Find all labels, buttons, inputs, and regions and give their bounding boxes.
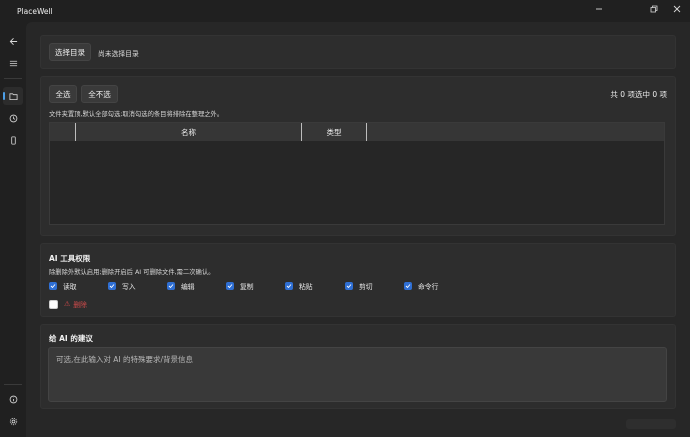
- phone-icon: [10, 135, 16, 145]
- nav-divider-bottom: [4, 384, 22, 385]
- folder-icon: [8, 92, 18, 100]
- selection-summary: 共 0 项选中 0 项: [610, 90, 667, 99]
- permission-label: 剪切: [359, 283, 373, 291]
- app-title: PlaceWell: [17, 7, 53, 16]
- permission-label-delete: 删除: [73, 301, 87, 309]
- permission-label: 命令行: [418, 283, 439, 291]
- file-table[interactable]: 名称 类型: [49, 122, 665, 225]
- checkbox-checked-icon: [285, 282, 293, 290]
- select-all-button[interactable]: 全选: [49, 85, 77, 103]
- permission-label: 粘贴: [299, 283, 313, 291]
- history-icon: [9, 114, 17, 122]
- directory-card: 选择目录 尚未选择目录: [40, 35, 676, 69]
- select-none-button[interactable]: 全不选: [81, 85, 118, 103]
- checkbox-checked-icon: [404, 282, 412, 290]
- settings-icon: [9, 417, 17, 425]
- permission-label: 编辑: [181, 283, 195, 291]
- checkbox-checked-icon: [49, 282, 57, 290]
- directory-status: 尚未选择目录: [98, 50, 139, 58]
- footer-action-button[interactable]: [626, 419, 676, 429]
- minimize-icon: [596, 8, 602, 10]
- ai-permissions-card: AI 工具权限 除删除外默认启用;删除开启后 AI 可删除文件,需二次确认。 读…: [40, 243, 676, 317]
- nav-item-organize[interactable]: [3, 87, 23, 105]
- title-bar: PlaceWell: [0, 0, 690, 22]
- permission-edit[interactable]: 编辑: [167, 281, 195, 291]
- checkbox-checked-icon: [167, 282, 175, 290]
- nav-rail: [0, 22, 26, 437]
- info-icon: [9, 395, 17, 403]
- nav-item-settings[interactable]: [3, 412, 23, 430]
- permission-copy[interactable]: 复制: [226, 281, 254, 291]
- column-header-name[interactable]: 名称: [76, 123, 301, 141]
- permission-cut[interactable]: 剪切: [345, 281, 373, 291]
- permissions-title: AI 工具权限: [49, 254, 91, 263]
- permission-read[interactable]: 读取: [49, 281, 77, 291]
- permission-label: 读取: [63, 283, 77, 291]
- permissions-note: 除删除外默认启用;删除开启后 AI 可删除文件,需二次确认。: [49, 269, 215, 276]
- back-arrow-icon: [9, 37, 17, 45]
- permission-label: 写入: [122, 283, 136, 291]
- selection-hint: 文件夹置顶,默认全部勾选;取消勾选的条目将排除在整理之外。: [49, 111, 224, 118]
- minimize-button[interactable]: [586, 0, 612, 18]
- suggestion-placeholder: 可选,在此输入对 AI 的特殊要求/背景信息: [56, 355, 194, 364]
- nav-divider: [4, 78, 22, 79]
- menu-icon: [9, 60, 17, 66]
- close-icon: [673, 5, 681, 13]
- nav-item-about[interactable]: [3, 390, 23, 408]
- suggestion-input[interactable]: 可选,在此输入对 AI 的特殊要求/背景信息: [48, 347, 667, 402]
- permission-command-line[interactable]: 命令行: [404, 281, 438, 291]
- menu-button[interactable]: [3, 54, 23, 72]
- warning-icon: ⚠: [64, 300, 71, 308]
- close-button[interactable]: [664, 0, 690, 18]
- suggestion-title: 给 AI 的建议: [49, 334, 93, 343]
- permission-delete[interactable]: ⚠ 删除: [49, 299, 87, 309]
- permission-label: 复制: [240, 283, 254, 291]
- permission-paste[interactable]: 粘贴: [285, 281, 313, 291]
- permission-write[interactable]: 写入: [108, 281, 136, 291]
- restore-icon: [650, 5, 658, 13]
- checkbox-checked-icon: [226, 282, 234, 290]
- nav-item-device[interactable]: [3, 131, 23, 149]
- checkbox-unchecked-icon: [49, 299, 58, 309]
- back-button[interactable]: [3, 32, 23, 50]
- column-separator[interactable]: [366, 123, 367, 141]
- column-header-type[interactable]: 类型: [302, 123, 366, 141]
- nav-item-history[interactable]: [3, 109, 23, 127]
- checkbox-checked-icon: [108, 282, 116, 290]
- select-directory-button[interactable]: 选择目录: [49, 43, 91, 61]
- table-header: 名称 类型: [50, 123, 664, 141]
- checkbox-checked-icon: [345, 282, 353, 290]
